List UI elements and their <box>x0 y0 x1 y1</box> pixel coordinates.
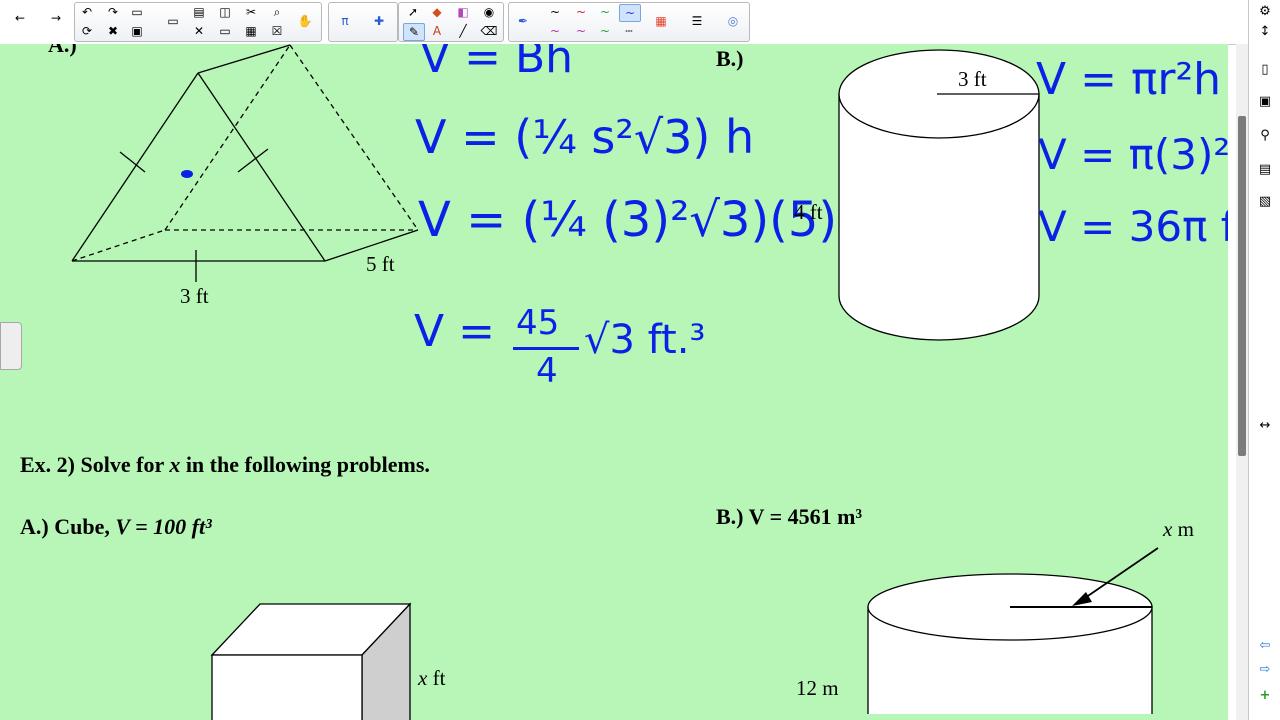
side-panel: ⚙ ↕ ▯ ▣ ⚲ ▤ ▧ ↔ ⇦ ⇨ + <box>1248 0 1280 720</box>
handwriting-fraction-numerator: 45 <box>516 303 560 343</box>
ex2-part-a-prefix: A.) Cube, <box>20 514 116 539</box>
prism-length-label: 5 ft <box>366 252 395 276</box>
cube-figure <box>210 602 412 720</box>
vertical-scrollbar[interactable] <box>1236 44 1248 720</box>
handwriting-line-1: V = Bh <box>420 44 574 83</box>
gear-icon[interactable]: ⚙ <box>1254 0 1276 22</box>
shapes-icon[interactable]: ◆ <box>427 4 447 20</box>
add-on-icon[interactable]: ✚ <box>369 13 389 29</box>
add-page-icon[interactable]: + <box>1254 684 1276 706</box>
hand-icon[interactable]: ✋ <box>295 13 315 29</box>
select-arrow-icon[interactable]: ➚ <box>403 4 423 20</box>
close-icon[interactable]: ☒ <box>267 23 287 39</box>
handwriting-line-3: V = (¼ (3)²√3)(5) <box>418 192 838 248</box>
pen-style-black-icon[interactable]: ~ <box>545 4 565 20</box>
redo-icon[interactable]: ↷ <box>103 4 123 20</box>
line-width-icon[interactable]: ☰ <box>687 13 707 29</box>
cylinder-2-height-label: 12 m <box>796 676 839 700</box>
ex2-part-b-label: B.) V = 4561 m³ <box>716 504 863 529</box>
display-icon[interactable]: ▭ <box>163 13 183 29</box>
handwriting-line-4-lhs: V = <box>414 306 495 357</box>
edit-tool-group: ↶ ↷ ▭ ⟳ ✖ ▣ ▤ ◫ ✂ ⌕ ▭ ✕ ▭ ▦ ☒ ✋ <box>74 2 322 42</box>
ex2-heading-suffix: in the following problems. <box>180 452 430 477</box>
scrollbar-thumb[interactable] <box>1238 116 1246 456</box>
delete-icon[interactable]: ✕ <box>189 23 209 39</box>
ex1-part-b-label: B.) <box>716 46 744 71</box>
handwriting-line-2: V = (¼ s²√3) h <box>415 110 755 164</box>
math-tool-group: π ✚ <box>328 2 398 42</box>
add-ons-icon[interactable]: ▧ <box>1254 190 1276 212</box>
undo-icon[interactable]: ↶ <box>77 4 97 20</box>
cut-icon[interactable]: ✂ <box>241 4 261 20</box>
cylinder-2-radius-unit: m <box>1172 517 1194 541</box>
pen-icon[interactable]: ✒ <box>513 13 533 29</box>
back-arrow-icon[interactable]: ← <box>10 10 30 26</box>
line-icon[interactable]: ╱ <box>453 23 473 39</box>
handwriting-b-line-2: V = π(3)²(4) <box>1038 130 1228 179</box>
pen-style-dashed-icon[interactable]: ┄ <box>619 23 639 39</box>
handwriting-b-line-3: V = 36π ft.³ <box>1038 202 1228 251</box>
draw-tool-group: ➚ ◆ ◧ ◉ ✎ A ╱ ⌫ <box>398 2 504 42</box>
handwriting-line-4-rest: √3 ft.³ <box>584 317 706 363</box>
whiteboard-canvas[interactable]: A.) 3 ft 5 ft V = Bh V = (¼ s²√3) h V = … <box>0 44 1228 720</box>
open-folder-icon[interactable]: ▭ <box>127 4 147 20</box>
handwriting-fraction-denominator: 4 <box>536 351 558 391</box>
side-panel-handle[interactable] <box>0 322 22 370</box>
cylinder-radius-label: 3 ft <box>958 67 987 91</box>
forward-arrow-icon[interactable]: → <box>46 10 66 26</box>
cylinder-2-radius-variable: x <box>1163 517 1173 541</box>
ex2-part-a-label: A.) Cube, V = 100 ft³ <box>20 514 212 540</box>
handwriting-b-line-1: V = πr²h <box>1036 54 1222 105</box>
cylinder-figure <box>838 49 1040 341</box>
pen-style-pink-icon[interactable]: ~ <box>571 23 591 39</box>
pen-style-green-icon[interactable]: ~ <box>595 4 615 20</box>
pen-style-blue-icon[interactable]: ~ <box>619 4 641 22</box>
prism-base-label: 3 ft <box>180 284 209 308</box>
cube-side-unit: ft <box>427 666 446 690</box>
screen-capture-icon[interactable]: ◫ <box>215 4 235 20</box>
eraser-tool-icon[interactable]: ⌫ <box>479 23 499 39</box>
cylinder-2-radius-label: x m <box>1163 517 1194 542</box>
ex2-part-a-equation: V = 100 ft³ <box>115 514 212 539</box>
eraser-icon[interactable]: ◧ <box>453 4 473 20</box>
cube-side-label: x ft <box>418 666 445 691</box>
paste-icon[interactable]: ▤ <box>189 4 209 20</box>
pen-style-group: ✒ ~ ~ ~ ~ ~ ~ ~ ┄ ▦ ☰ ◎ <box>508 2 750 42</box>
refresh-icon[interactable]: ⟳ <box>77 23 97 39</box>
pen-style-magenta-icon[interactable]: ~ <box>545 23 565 39</box>
magic-pen-icon[interactable]: ◎ <box>723 13 743 29</box>
page-sorter-icon[interactable]: ▯ <box>1254 58 1276 80</box>
text-tool-icon[interactable]: A <box>427 23 447 39</box>
properties-icon[interactable]: ▤ <box>1254 158 1276 180</box>
search-icon[interactable]: ⌕ <box>267 4 287 20</box>
cylinder-height-label: 4 ft <box>794 200 823 224</box>
ex2-heading-variable: x <box>169 452 181 477</box>
pens-icon[interactable]: ✎ <box>403 23 425 41</box>
ex2-heading: Ex. 2) Solve for x in the following prob… <box>20 452 430 478</box>
previous-page-icon[interactable]: ⇦ <box>1254 634 1276 656</box>
cube-side-variable: x <box>418 666 428 690</box>
resize-icon[interactable]: ↔ <box>1254 414 1276 436</box>
ex2-heading-prefix: Ex. 2) Solve for <box>20 452 170 477</box>
handwriting-fraction-bar <box>513 347 579 350</box>
pen-style-green2-icon[interactable]: ~ <box>595 23 615 39</box>
pi-icon[interactable]: π <box>335 13 355 29</box>
attachments-icon[interactable]: ⚲ <box>1254 124 1276 146</box>
cylinder-2-figure <box>867 547 1159 714</box>
table-icon[interactable]: ▦ <box>241 23 261 39</box>
screen-shade-icon[interactable]: ▭ <box>215 23 235 39</box>
color-palette-icon[interactable]: ▦ <box>651 13 671 29</box>
next-page-icon[interactable]: ⇨ <box>1254 658 1276 680</box>
delete-page-icon[interactable]: ✖ <box>103 23 123 39</box>
pen-style-red-icon[interactable]: ~ <box>571 4 591 20</box>
toolbar: ← → ↶ ↷ ▭ ⟳ ✖ ▣ ▤ ◫ ✂ ⌕ ▭ ✕ ▭ ▦ ☒ ✋ π ✚ … <box>0 0 1248 45</box>
move-panel-icon[interactable]: ↕ <box>1254 20 1276 42</box>
gallery-icon[interactable]: ▣ <box>1254 90 1276 112</box>
fill-icon[interactable]: ◉ <box>479 4 499 20</box>
save-icon[interactable]: ▣ <box>127 23 147 39</box>
